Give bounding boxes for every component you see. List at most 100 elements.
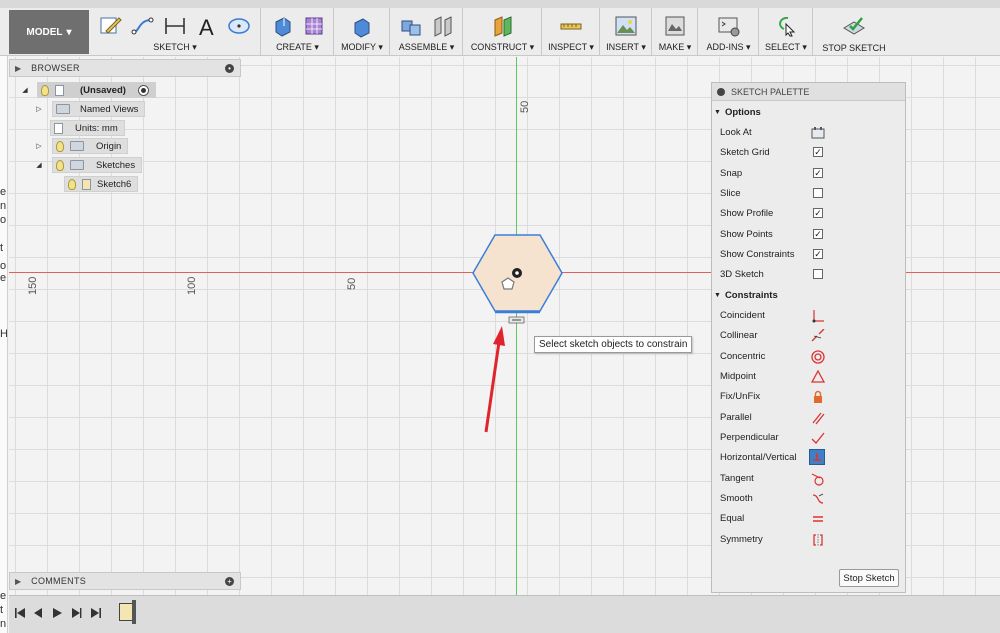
tree-item-sketch6[interactable]: Sketch6 (64, 176, 139, 192)
toolbar-group-addins[interactable]: ADD-INS ▾ (699, 8, 759, 56)
stop-sketch-button[interactable]: Stop Sketch (839, 569, 899, 587)
step-forward-icon[interactable] (69, 606, 83, 620)
smooth-icon[interactable] (810, 491, 826, 507)
panel-options-icon[interactable]: • (225, 64, 234, 73)
sketch-icon (82, 178, 91, 190)
spline-icon[interactable] (130, 13, 156, 39)
extrude-icon[interactable] (269, 13, 295, 39)
ellipse-icon[interactable] (226, 13, 252, 39)
toolbar-group-insert[interactable]: INSERT ▾ (601, 8, 652, 56)
addins-menu-label: ADD-INS (706, 42, 744, 52)
make-icon[interactable] (662, 13, 688, 39)
active-radio-icon[interactable] (137, 84, 149, 96)
collapse-triangle-icon[interactable]: ▶ (15, 577, 21, 586)
equal-icon[interactable] (810, 511, 826, 527)
browser-panel-header[interactable]: ▶ BROWSER • (9, 59, 241, 77)
visibility-bulb-icon[interactable] (56, 159, 64, 171)
perpendicular-icon[interactable] (810, 430, 826, 446)
tree-item-label: (Unsaved) (80, 84, 126, 96)
add-comment-icon[interactable]: + (225, 577, 234, 586)
tree-item-root[interactable]: ◢ (Unsaved) (20, 82, 156, 98)
dimension-icon[interactable] (162, 13, 188, 39)
skip-start-icon[interactable] (13, 606, 27, 620)
fix-icon[interactable] (810, 389, 826, 405)
collinear-icon[interactable] (810, 328, 826, 344)
ruler-label-50: 50 (346, 277, 358, 290)
toolbar-group-inspect[interactable]: INSPECT ▾ (543, 8, 600, 56)
expand-triangle-icon[interactable]: ▷ (34, 142, 44, 150)
tree-item-units[interactable]: Units: mm (44, 120, 125, 136)
tree-item-origin[interactable]: ▷ Origin (34, 138, 129, 154)
construct-menu-label: CONSTRUCT (470, 42, 528, 52)
create-sketch-icon[interactable] (98, 13, 124, 39)
visibility-bulb-icon[interactable] (41, 84, 49, 96)
midpoint-icon[interactable] (810, 369, 826, 385)
options-section-header[interactable]: ▼ Options (714, 107, 761, 118)
insert-image-icon[interactable] (613, 13, 639, 39)
press-pull-icon[interactable] (349, 13, 375, 39)
constraint-tooltip: Select sketch objects to constrain (534, 336, 693, 353)
toolbar-group-stop-sketch[interactable]: STOP SKETCH (814, 8, 894, 56)
collapse-triangle-icon[interactable]: ▼ (714, 292, 721, 299)
play-icon[interactable] (50, 606, 64, 620)
visibility-bulb-icon[interactable] (68, 178, 76, 190)
browser-title: BROWSER (31, 63, 80, 73)
horizontal-vertical-icon[interactable] (809, 449, 825, 465)
tree-item-label: Named Views (80, 103, 139, 115)
collapse-triangle-icon[interactable]: ◢ (34, 161, 44, 169)
svg-text:A: A (199, 15, 214, 38)
text-icon[interactable]: A (194, 13, 220, 39)
joint-icon[interactable] (430, 13, 456, 39)
document-tab-strip (0, 0, 1000, 8)
sketch-palette-header[interactable]: SKETCH PALETTE (712, 83, 905, 101)
toolbar-group-assemble[interactable]: ASSEMBLE ▾ (391, 8, 463, 56)
constraints-section-header[interactable]: ▼ Constraints (714, 290, 778, 301)
stop-sketch-icon[interactable] (841, 13, 867, 39)
collapse-triangle-icon[interactable]: ▼ (714, 109, 721, 116)
slice-checkbox[interactable] (813, 188, 823, 198)
step-back-icon[interactable] (31, 606, 45, 620)
timeline-bar (9, 595, 1000, 633)
concentric-icon[interactable] (810, 349, 826, 365)
offset-plane-icon[interactable] (490, 13, 516, 39)
toolbar-group-construct[interactable]: CONSTRUCT ▾ (464, 8, 542, 56)
modify-menu-label: MODIFY (341, 42, 376, 52)
workspace-switcher-button[interactable]: MODEL ▾ (9, 10, 89, 54)
select-icon[interactable] (773, 13, 799, 39)
background-window-edge: eno toe Het n (0, 8, 8, 633)
toolbar-group-modify[interactable]: MODIFY ▾ (335, 8, 390, 56)
new-component-icon[interactable] (398, 13, 424, 39)
folder-icon (56, 104, 70, 114)
scripts-icon[interactable] (716, 13, 742, 39)
form-icon[interactable] (301, 13, 327, 39)
toolbar-group-select[interactable]: SELECT ▾ (760, 8, 813, 56)
tree-item-named-views[interactable]: ▷ Named Views (34, 101, 146, 117)
stop-sketch-label: STOP SKETCH (822, 43, 886, 53)
expand-triangle-icon[interactable]: ▷ (34, 105, 44, 113)
units-document-icon (54, 122, 63, 134)
parallel-icon[interactable] (810, 410, 826, 426)
sketch-grid-checkbox[interactable]: ✓ (813, 147, 823, 157)
look-at-icon[interactable] (810, 125, 826, 141)
tree-item-sketches[interactable]: ◢ Sketches (34, 157, 143, 173)
3d-sketch-checkbox[interactable] (813, 269, 823, 279)
coincident-icon[interactable] (810, 308, 826, 324)
snap-checkbox[interactable]: ✓ (813, 168, 823, 178)
toolbar-group-make[interactable]: MAKE ▾ (653, 8, 698, 56)
visibility-bulb-icon[interactable] (56, 140, 64, 152)
measure-icon[interactable] (558, 13, 584, 39)
tangent-icon[interactable] (810, 471, 826, 487)
toolbar-group-create[interactable]: CREATE ▾ (262, 8, 334, 56)
show-points-checkbox[interactable]: ✓ (813, 229, 823, 239)
collapse-triangle-icon[interactable]: ▶ (15, 64, 21, 73)
comments-panel-header[interactable]: ▶ COMMENTS + (9, 572, 241, 590)
show-profile-checkbox[interactable]: ✓ (813, 208, 823, 218)
skip-end-icon[interactable] (89, 606, 103, 620)
show-constraints-checkbox[interactable]: ✓ (813, 249, 823, 259)
symmetry-icon[interactable] (810, 532, 826, 548)
collapse-triangle-icon[interactable]: ◢ (20, 86, 30, 94)
timeline-marker[interactable] (132, 600, 136, 624)
palette-collapse-icon[interactable] (717, 87, 725, 96)
toolbar-group-sketch[interactable]: A SKETCH ▾ (90, 8, 261, 56)
palette-title: SKETCH PALETTE (731, 86, 810, 97)
